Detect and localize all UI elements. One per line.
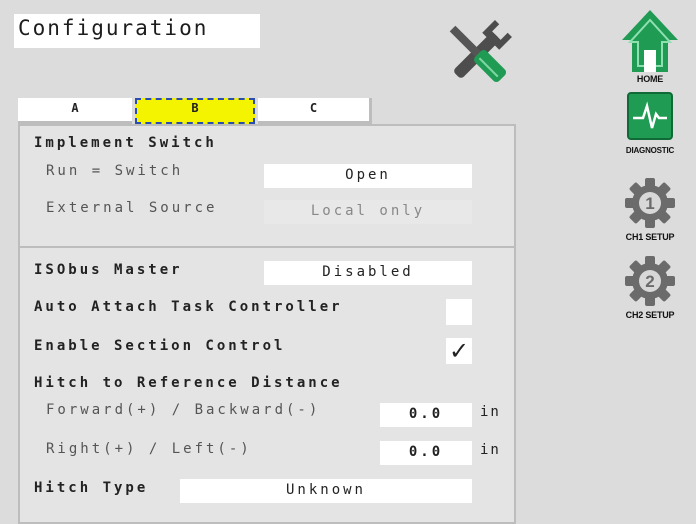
gear-2-icon: 2 [625, 256, 675, 306]
ch1-setup-button[interactable]: 1 CH1 SETUP [612, 176, 688, 242]
run-switch-label: Run = Switch [46, 163, 184, 179]
ch2-setup-label: CH2 SETUP [625, 310, 675, 320]
tab-b[interactable]: B [135, 98, 255, 124]
tools-icon [449, 20, 512, 83]
isobus-master-label: ISObus Master [34, 262, 183, 278]
diagnostic-icon [627, 92, 673, 140]
diagnostic-button[interactable]: DIAGNOSTIC [612, 92, 688, 155]
ch2-setup-button[interactable]: 2 CH2 SETUP [612, 254, 688, 320]
tab-c[interactable]: C [258, 98, 372, 124]
forward-backward-label: Forward(+) / Backward(-) [46, 402, 321, 418]
page-title: Configuration [14, 14, 260, 48]
ch1-setup-label: CH1 SETUP [625, 232, 675, 242]
diagnostic-label: DIAGNOSTIC [625, 146, 675, 155]
section-control-label: Enable Section Control [34, 338, 286, 354]
right-left-label: Right(+) / Left(-) [46, 441, 252, 457]
checkmark-icon: ✓ [448, 337, 470, 365]
tab-a[interactable]: A [18, 98, 132, 124]
isobus-master-field[interactable]: Disabled [264, 261, 472, 285]
hitch-type-field[interactable]: Unknown [180, 479, 472, 503]
external-source-field: Local only [264, 200, 472, 224]
hitch-distance-heading: Hitch to Reference Distance [34, 375, 343, 391]
gear-1-icon: 1 [625, 178, 675, 228]
auto-attach-checkbox[interactable] [446, 299, 472, 325]
auto-attach-label: Auto Attach Task Controller [34, 299, 343, 315]
external-source-label: External Source [46, 200, 218, 216]
gear-2-number: 2 [645, 272, 654, 291]
home-button[interactable]: HOME [612, 6, 688, 84]
right-unit: in [480, 442, 501, 458]
gear-1-number: 1 [645, 194, 654, 213]
section-divider [18, 246, 516, 248]
section-control-checkbox[interactable]: ✓ [446, 338, 472, 364]
right-left-field[interactable]: 0.0 [380, 441, 472, 465]
run-switch-field[interactable]: Open [264, 164, 472, 188]
implement-switch-heading: Implement Switch [34, 135, 217, 151]
hitch-type-label: Hitch Type [34, 480, 149, 496]
home-icon [622, 10, 678, 72]
forward-backward-field[interactable]: 0.0 [380, 403, 472, 427]
forward-unit: in [480, 404, 501, 420]
